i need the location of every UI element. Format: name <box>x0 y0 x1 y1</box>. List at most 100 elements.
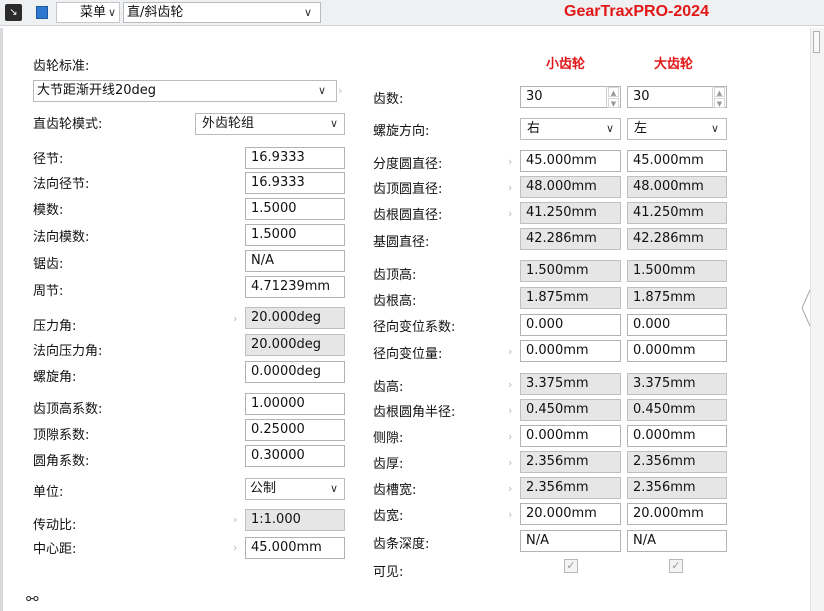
fillet-coefficient-field[interactable]: 0.30000 <box>245 445 345 467</box>
pinion-dedendum-field: 1.875mm <box>520 287 621 309</box>
app-icon[interactable]: ↘ <box>5 4 22 21</box>
blue-square-icon[interactable] <box>36 6 48 19</box>
gear-helix-value: 左 <box>634 121 648 136</box>
field-label: 分度圆直径: <box>373 157 443 172</box>
gear-teeth-spinner[interactable]: ▲ ▼ <box>712 86 726 108</box>
addendum-coefficient-field[interactable]: 1.00000 <box>245 393 345 415</box>
gear-ratio-label: 传动比: <box>33 518 77 533</box>
collapse-arrow-icon[interactable] <box>801 290 811 326</box>
spur-mode-value: 外齿轮组 <box>202 116 255 131</box>
chevron-down-icon[interactable]: ∨ <box>318 81 326 101</box>
gear-face-width-field[interactable]: 20.000mm <box>627 503 727 525</box>
field-label: 锯齿: <box>33 257 64 272</box>
field-label: 法向压力角: <box>33 344 103 359</box>
chevron-right-icon[interactable]: › <box>508 453 512 473</box>
pinion-tip-diameter-field: 48.000mm <box>520 176 621 198</box>
chevron-right-icon[interactable]: › <box>233 309 237 329</box>
field-label: 基圆直径: <box>373 235 430 250</box>
gear-profile-shift-field[interactable]: 0.000mm <box>627 340 727 362</box>
field-label: 齿高: <box>373 380 404 395</box>
field-label: 齿根高: <box>373 294 417 309</box>
gear-backlash-field[interactable]: 0.000mm <box>627 425 727 447</box>
gear-base-diameter-field: 42.286mm <box>627 228 727 250</box>
gear-root-diameter-field: 41.250mm <box>627 202 727 224</box>
chevron-right-icon[interactable]: › <box>233 538 237 558</box>
chevron-down-icon[interactable]: ∨ <box>711 119 719 139</box>
pinion-fillet-radius-field: 0.450mm <box>520 399 621 421</box>
normal-module-field[interactable]: 1.5000 <box>245 224 345 246</box>
chevron-down-icon[interactable]: ∨ <box>304 3 312 22</box>
field-label: 螺旋角: <box>33 370 77 385</box>
gear-pitch-diameter-field[interactable]: 45.000mm <box>627 150 727 172</box>
unit-value: 公制 <box>250 481 277 496</box>
normal-diametral-pitch-field[interactable]: 16.9333 <box>245 172 345 194</box>
field-label: 齿槽宽: <box>373 483 417 498</box>
pinion-tooth-height-field: 3.375mm <box>520 373 621 395</box>
pinion-teeth-spinner[interactable]: ▲ ▼ <box>606 86 620 108</box>
center-distance-field[interactable]: 45.000mm <box>245 537 345 559</box>
gear-visible-checkbox[interactable]: ✓ <box>669 559 683 573</box>
field-label: 齿顶高系数: <box>33 402 103 417</box>
pinion-pitch-diameter-field[interactable]: 45.000mm <box>520 150 621 172</box>
pinion-profile-shift-coef-field[interactable]: 0.000 <box>520 314 621 336</box>
chevron-down-icon[interactable]: ∨ <box>330 479 338 499</box>
chevron-down-icon[interactable]: ∨ <box>606 119 614 139</box>
field-label: 齿根圆直径: <box>373 208 443 223</box>
pinion-root-diameter-field: 41.250mm <box>520 202 621 224</box>
gear-dedendum-field: 1.875mm <box>627 287 727 309</box>
chevron-right-icon[interactable]: › <box>508 479 512 499</box>
unit-label: 单位: <box>33 485 64 500</box>
chevron-right-icon[interactable]: › <box>508 375 512 395</box>
pinion-backlash-field[interactable]: 0.000mm <box>520 425 621 447</box>
chevron-right-icon[interactable]: › <box>508 401 512 421</box>
pinion-visible-checkbox[interactable]: ✓ <box>564 559 578 573</box>
chevron-right-icon[interactable]: › <box>338 81 342 101</box>
clearance-coefficient-field[interactable]: 0.25000 <box>245 419 345 441</box>
pinion-rack-depth-field[interactable]: N/A <box>520 530 621 552</box>
gear-tooth-thickness-field: 2.356mm <box>627 451 727 473</box>
field-label: 径向变位量: <box>373 347 443 362</box>
diametral-pitch-field[interactable]: 16.9333 <box>245 147 345 169</box>
normal-pressure-angle-field: 20.000deg <box>245 334 345 356</box>
helix-hand-label: 螺旋方向: <box>373 124 430 139</box>
gear-standard-select[interactable]: 大节距渐开线20deg <box>33 80 337 102</box>
gear-type-value: 直/斜齿轮 <box>127 5 184 20</box>
teeth-label: 齿数: <box>373 92 404 107</box>
field-label: 法向模数: <box>33 230 90 245</box>
app-title: GearTraxPRO-2024 <box>564 3 709 20</box>
serration-field[interactable]: N/A <box>245 250 345 272</box>
field-label: 齿宽: <box>373 509 404 524</box>
center-distance-label: 中心距: <box>33 542 77 557</box>
chevron-right-icon[interactable]: › <box>508 342 512 362</box>
field-label: 模数: <box>33 203 64 218</box>
helix-angle-field[interactable]: 0.0000deg <box>245 361 345 383</box>
field-label: 法向径节: <box>33 177 90 192</box>
pinion-profile-shift-field[interactable]: 0.000mm <box>520 340 621 362</box>
chevron-right-icon[interactable]: › <box>508 505 512 525</box>
chevron-down-icon[interactable]: ∨ <box>108 3 116 22</box>
field-label: 齿顶圆直径: <box>373 182 443 197</box>
field-label: 径向变位系数: <box>373 320 456 335</box>
spur-mode-select[interactable]: 外齿轮组 <box>195 113 345 135</box>
circular-pitch-field[interactable]: 4.71239mm <box>245 276 345 298</box>
pinion-face-width-field[interactable]: 20.000mm <box>520 503 621 525</box>
scrollbar-thumb[interactable] <box>813 31 820 53</box>
field-label: 齿根圆角半径: <box>373 405 456 420</box>
module-field[interactable]: 1.5000 <box>245 198 345 220</box>
menu-label: 菜单 <box>80 5 107 20</box>
gear-fillet-radius-field: 0.450mm <box>627 399 727 421</box>
field-label: 齿顶高: <box>373 268 417 283</box>
gear-header: 大齿轮 <box>654 57 694 72</box>
pinion-base-diameter-field: 42.286mm <box>520 228 621 250</box>
gear-type-select[interactable]: 直/斜齿轮 <box>123 2 321 23</box>
chevron-right-icon[interactable]: › <box>233 510 237 530</box>
vertical-scrollbar[interactable] <box>810 28 824 611</box>
chevron-right-icon[interactable]: › <box>508 152 512 172</box>
gear-profile-shift-coef-field[interactable]: 0.000 <box>627 314 727 336</box>
chevron-right-icon[interactable]: › <box>508 178 512 198</box>
link-icon[interactable]: ⚯ <box>26 590 39 608</box>
gear-rack-depth-field[interactable]: N/A <box>627 530 727 552</box>
chevron-right-icon[interactable]: › <box>508 204 512 224</box>
chevron-down-icon[interactable]: ∨ <box>330 114 338 134</box>
chevron-right-icon[interactable]: › <box>508 427 512 447</box>
